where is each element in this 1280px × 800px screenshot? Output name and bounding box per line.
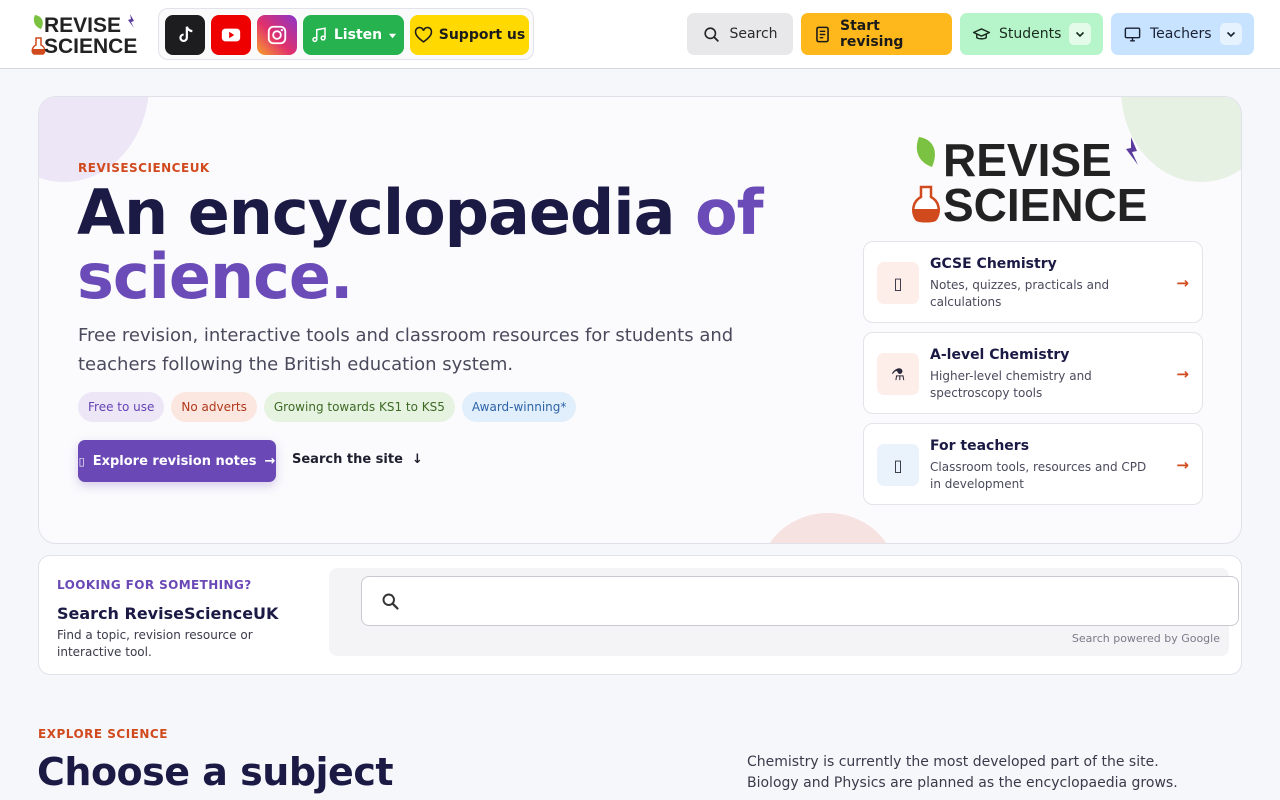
header-search-label: Search <box>729 26 778 42</box>
card-desc: Higher-level chemistry and spectroscopy … <box>930 369 1092 400</box>
flask-icon: ▯ <box>877 262 919 304</box>
hero-tags: Free to use No adverts Growing towards K… <box>78 392 577 424</box>
students-menu-button[interactable]: Students <box>960 13 1103 55</box>
decorative-blob <box>761 513 895 543</box>
arrow-down-icon: ↓ <box>407 452 423 467</box>
start-revising-button[interactable]: Start revising <box>801 13 952 55</box>
monitor-icon <box>1124 26 1141 42</box>
tag-ks-range: Growing towards KS1 to KS5 <box>263 392 455 422</box>
notes-icon <box>816 26 829 42</box>
hero-title: An encyclopaedia of science. <box>77 181 777 309</box>
arrow-right-icon: → <box>1176 456 1189 474</box>
support-label: Support us <box>438 27 526 43</box>
support-us-button[interactable]: Support us <box>410 15 529 55</box>
youtube-button[interactable] <box>211 15 251 55</box>
graduation-cap-icon <box>972 27 991 40</box>
hero-eyebrow: REVISESCIENCEUK <box>78 161 210 175</box>
arrow-right-icon: → <box>264 453 276 469</box>
alembic-icon: ⚗ <box>877 353 919 395</box>
tag-award: Award-winning* <box>461 392 577 422</box>
music-note-icon <box>312 27 326 43</box>
heart-icon <box>414 26 432 43</box>
hero-logo: REVISE SCIENCE <box>912 135 1147 225</box>
hero-lead: Free revision, interactive tools and cla… <box>78 325 734 375</box>
search-powered-by: Search powered by Google <box>1071 632 1220 645</box>
teachers-menu-button[interactable]: Teachers <box>1111 13 1254 55</box>
arrow-right-icon: → <box>1176 274 1189 292</box>
site-logo[interactable]: REVISE SCIENCE <box>30 12 142 56</box>
search-icon <box>704 26 720 42</box>
logo-line1: REVISE <box>44 14 121 37</box>
explore-eyebrow: EXPLORE SCIENCE <box>38 727 168 741</box>
search-title: Search ReviseScienceUK <box>57 604 279 623</box>
hero-title-main: An encyclopaedia <box>77 176 695 249</box>
explore-title: Choose a subject <box>37 750 394 794</box>
site-search-input[interactable] <box>361 576 1239 626</box>
search-icon <box>382 593 399 610</box>
card-a-level-chemistry[interactable]: ⚗ A-level Chemistry Higher-level chemist… <box>863 332 1203 414</box>
chevron-down-icon <box>1226 31 1236 38</box>
tiktok-button[interactable] <box>165 15 205 55</box>
caret-down-icon <box>389 33 397 38</box>
book-icon: ▯ <box>78 454 85 468</box>
hero-title-accent: of <box>695 176 764 249</box>
site-search-section: LOOKING FOR SOMETHING? Search ReviseScie… <box>38 555 1242 675</box>
search-panel: Search powered by Google <box>329 568 1239 656</box>
card-for-teachers[interactable]: ▯ For teachers Classroom tools, resource… <box>863 423 1203 505</box>
students-dropdown-toggle[interactable] <box>1069 23 1091 45</box>
logo-line2: SCIENCE <box>44 35 137 56</box>
explore-notes-label: Explore revision notes <box>92 453 257 469</box>
search-site-label: Search the site <box>292 452 403 467</box>
instagram-icon <box>267 25 287 45</box>
card-desc: Classroom tools, resources and CPD in de… <box>930 460 1147 491</box>
students-label: Students <box>999 26 1062 42</box>
hero-logo-line2: SCIENCE <box>943 179 1147 225</box>
card-title: GCSE Chemistry <box>930 256 1057 272</box>
tag-free: Free to use <box>78 392 165 422</box>
search-desc: Find a topic, revision resource or inter… <box>57 628 253 659</box>
youtube-icon <box>221 28 241 42</box>
search-eyebrow: LOOKING FOR SOMETHING? <box>57 578 252 592</box>
chevron-down-icon <box>1076 31 1085 38</box>
card-title: A-level Chemistry <box>930 347 1070 363</box>
header-search-button[interactable]: Search <box>687 13 793 55</box>
social-toolbar: Listen Support us <box>158 8 534 60</box>
teacher-icon: ▯ <box>877 444 919 486</box>
card-gcse-chemistry[interactable]: ▯ GCSE Chemistry Notes, quizzes, practic… <box>863 241 1203 323</box>
listen-button[interactable]: Listen <box>303 15 404 55</box>
hero-title-accent: science. <box>77 240 353 313</box>
instagram-button[interactable] <box>257 15 297 55</box>
teachers-label: Teachers <box>1150 26 1212 42</box>
search-site-link[interactable]: Search the site ↓ <box>292 452 423 467</box>
card-title: For teachers <box>930 438 1030 454</box>
arrow-right-icon: → <box>1176 365 1189 383</box>
teachers-dropdown-toggle[interactable] <box>1220 23 1242 45</box>
site-header: REVISE SCIENCE Listen Support us Search … <box>0 0 1280 69</box>
card-desc: Notes, quizzes, practicals and calculati… <box>930 278 1110 309</box>
explore-notes-button[interactable]: ▯ Explore revision notes → <box>78 440 276 482</box>
hero-section: REVISESCIENCEUK An encyclopaedia of scie… <box>38 96 1242 544</box>
tag-no-adverts: No adverts <box>171 392 257 422</box>
tiktok-icon <box>179 26 193 43</box>
start-revising-label: Start revising <box>840 18 904 50</box>
explore-text: Chemistry is currently the most develope… <box>747 754 1178 791</box>
listen-label: Listen <box>333 27 383 43</box>
